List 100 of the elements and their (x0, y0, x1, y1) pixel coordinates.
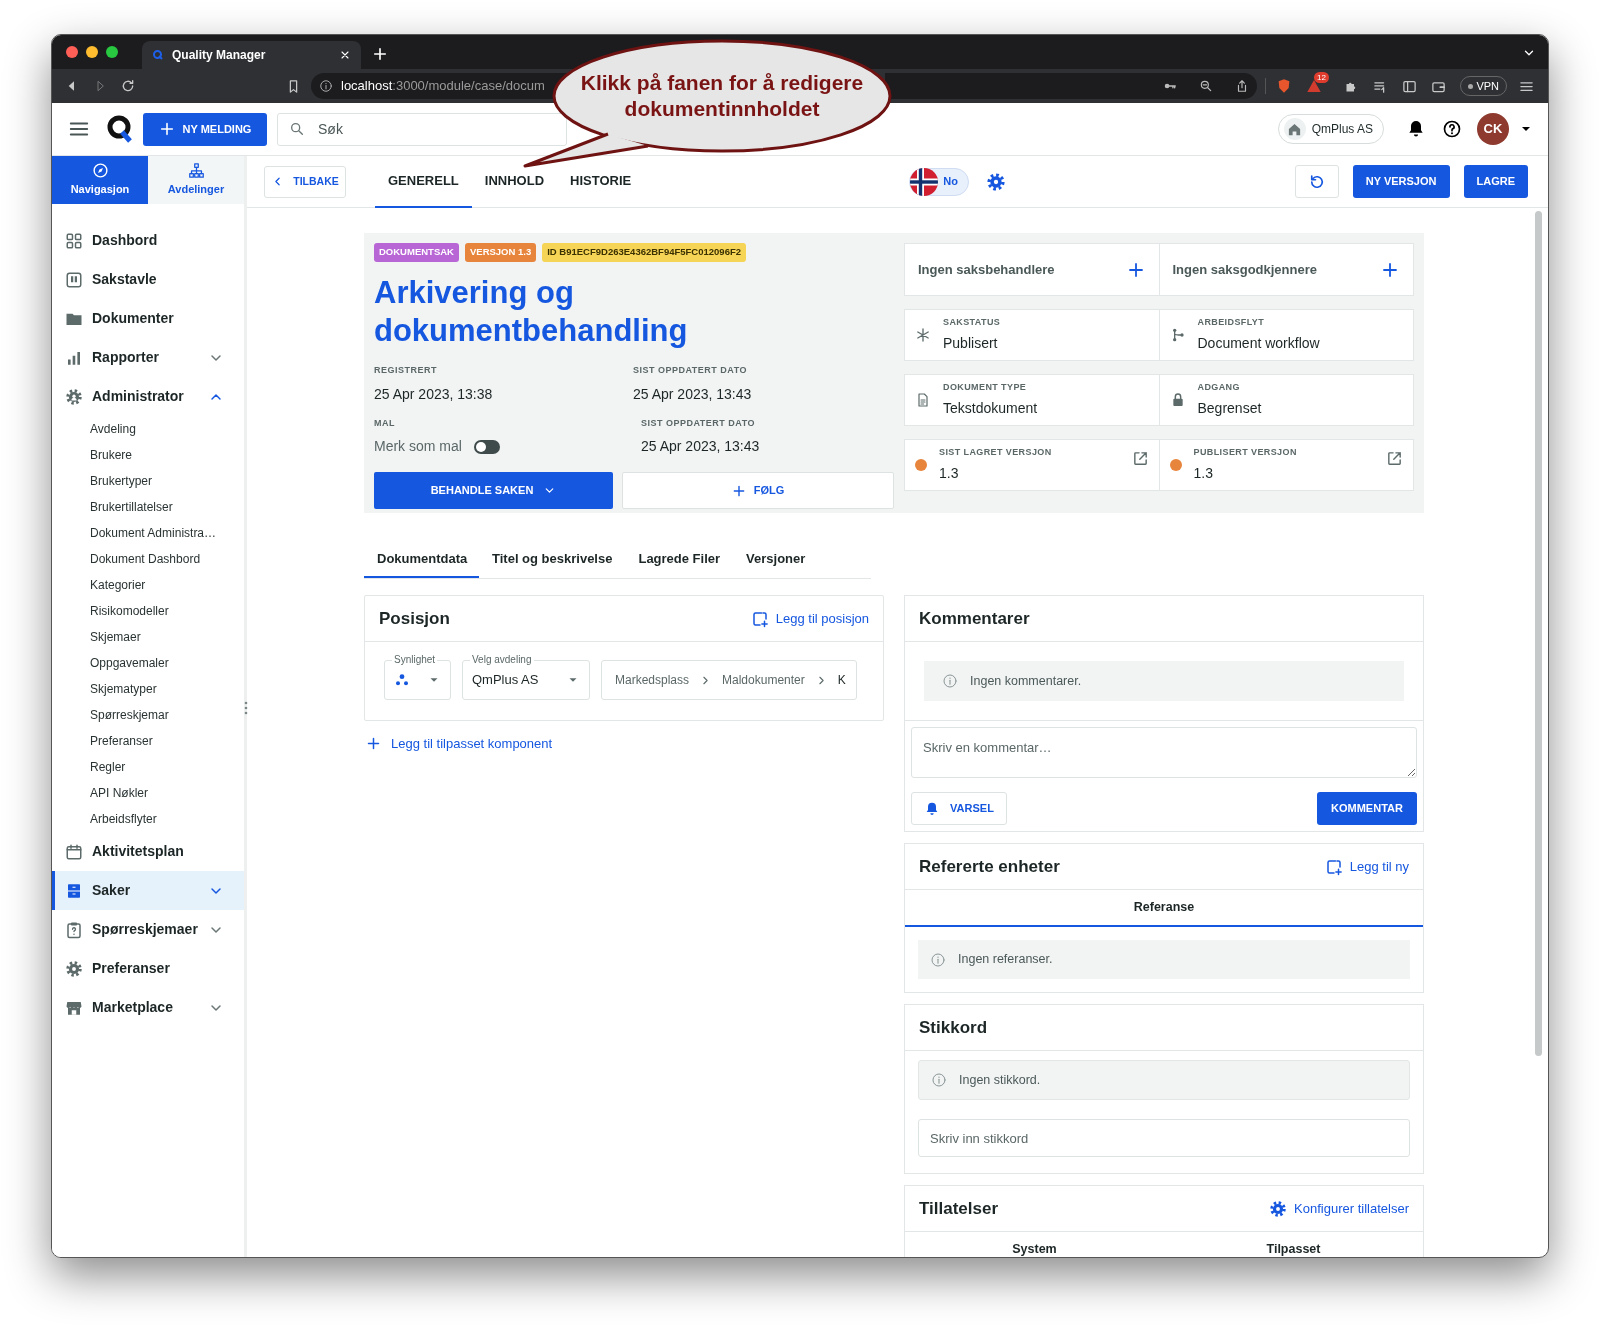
sidebar-item[interactable]: Rapporter (52, 338, 244, 377)
sidebar-item[interactable]: Preferanser (52, 949, 244, 988)
sidebar-subitem[interactable]: API Nøkler (52, 780, 244, 806)
warning-icon[interactable] (1306, 78, 1322, 94)
add-component-link[interactable]: Legg til tilpasset komponent (366, 734, 553, 754)
case-title: Arkivering og dokumentbehandling (374, 274, 689, 350)
tab[interactable]: GENERELL (375, 155, 472, 208)
settings-icon (1269, 1199, 1288, 1218)
maximize-window-button[interactable] (106, 46, 118, 58)
close-window-button[interactable] (66, 46, 78, 58)
assignee-text: Ingen saksbehandlere (918, 260, 1056, 279)
toggle-label: Merk som mal (374, 437, 462, 456)
sidebar-item[interactable]: Sakstavle (52, 260, 244, 299)
language-selector[interactable]: No (909, 167, 969, 196)
sidebar-item[interactable]: Administrator (52, 377, 244, 416)
add-new-link[interactable]: Legg til ny (1324, 856, 1409, 877)
tab[interactable]: Referanse (905, 890, 1423, 927)
settings-icon[interactable] (985, 171, 1006, 192)
home-icon (1287, 121, 1303, 137)
company-selector[interactable]: QmPlus AS (1277, 114, 1384, 144)
save-button[interactable]: LAGRE (1463, 165, 1528, 198)
external-link-icon[interactable] (1386, 450, 1403, 467)
sidebar-subitem[interactable]: Avdeling (52, 416, 244, 442)
tag: VERSJON 1.3 (464, 243, 537, 262)
browser-tab[interactable]: Quality Manager (142, 41, 361, 69)
calendar-icon (65, 842, 83, 861)
field-value: 25 Apr 2023, 13:43 (641, 437, 761, 456)
sidebar-item[interactable]: Aktivitetsplan (52, 832, 244, 871)
gear-icon (65, 387, 83, 406)
scrollbar-thumb[interactable] (1535, 211, 1542, 1056)
sidebar-icon[interactable] (1402, 78, 1418, 94)
breadcrumb-item[interactable]: K (837, 671, 846, 689)
tab[interactable]: Titel og beskrivelse (479, 542, 626, 578)
share-icon[interactable] (1235, 79, 1249, 93)
keyword-field[interactable]: Skriv inn stikkord (918, 1119, 1410, 1157)
refresh-button[interactable] (1294, 165, 1339, 198)
tab[interactable]: HISTORIE (557, 155, 645, 208)
external-link-icon[interactable] (1131, 450, 1149, 467)
sidebar-item[interactable]: Saker (52, 871, 244, 910)
shield-icon[interactable] (1276, 78, 1292, 94)
new-version-button[interactable]: NY VERSJON (1352, 165, 1450, 198)
configure-permissions-link[interactable]: Konfigurer tillatelser (1269, 1198, 1409, 1219)
toggle-switch[interactable] (473, 439, 500, 454)
sidebar-subitem[interactable]: Preferanser (52, 728, 244, 754)
sidebar-subitem[interactable]: Brukertyper (52, 468, 244, 494)
sidebar-subitem[interactable]: Brukere (52, 442, 244, 468)
breadcrumb-item[interactable]: Maldokumenter (722, 671, 805, 689)
zoom-icon[interactable] (1199, 79, 1213, 93)
search-icon (289, 120, 305, 137)
sidebar-subitem[interactable]: Skjemaer (52, 624, 244, 650)
sidebar-subitem[interactable]: Regler (52, 754, 244, 780)
sidebar-item[interactable]: Spørreskjemaer (52, 910, 244, 949)
sidebar-subitem[interactable]: Skjematyper (52, 676, 244, 702)
sidebar-subitem[interactable]: Arbeidsflyter (52, 806, 244, 832)
new-tab-icon[interactable] (371, 45, 389, 63)
app-logo[interactable] (107, 115, 133, 143)
tab[interactable]: Dokumentdata (364, 542, 479, 578)
sidebar-subitem[interactable]: Risikomodeller (52, 598, 244, 624)
sidebar-mode-tab[interactable]: Navigasjon (52, 156, 148, 204)
plus-icon (731, 483, 746, 498)
comment-button[interactable]: KOMMENTAR (1317, 792, 1417, 825)
document-icon (915, 392, 931, 408)
new-message-button[interactable]: NY MELDING (143, 112, 267, 146)
sidebar-subitem[interactable]: Oppgavemaler (52, 650, 244, 676)
add-icon[interactable] (1381, 260, 1399, 279)
sidebar-subitem[interactable]: Kategorier (52, 572, 244, 598)
field-label: SIST OPPDATERT DATO (633, 364, 748, 377)
sidebar-subitem[interactable]: Spørreskjemar (52, 702, 244, 728)
field-label: SIST LAGRET VERSJON (939, 445, 1053, 459)
add-icon[interactable] (1126, 260, 1145, 279)
site-info-icon (319, 79, 333, 93)
tab[interactable]: Versjoner (733, 542, 819, 578)
sidebar-subitem[interactable]: Dokument Dashbord (52, 546, 244, 572)
close-tab-icon[interactable] (339, 49, 351, 61)
field-label: ADGANG (1197, 380, 1241, 394)
field-label: SIST OPPDATERT DATO (641, 416, 756, 430)
sidebar-subitem[interactable]: Brukertillatelser (52, 494, 244, 520)
favicon-icon (152, 49, 164, 61)
tab[interactable]: Lagrede Filer (625, 542, 734, 578)
minimize-window-button[interactable] (86, 46, 98, 58)
process-case-button[interactable]: BEHANDLE SAKEN (374, 472, 613, 509)
user-avatar[interactable]: CK (1477, 113, 1509, 145)
tab[interactable]: INNHOLD (471, 155, 557, 208)
breadcrumb-item[interactable]: Markedsplass (615, 671, 690, 689)
resize-handle-icon[interactable] (243, 701, 249, 715)
sidebar-item[interactable]: Marketplace (52, 988, 244, 1027)
notify-button[interactable]: VARSEL (911, 792, 1007, 825)
follow-button[interactable]: FØLG (622, 472, 894, 509)
assignee-text: Ingen saksgodkjennere (1172, 260, 1318, 279)
sidebar-item[interactable]: Dokumenter (52, 299, 244, 338)
sidebar-item[interactable]: Dashbord (52, 221, 244, 260)
comment-field[interactable]: Skriv en kommentar… (911, 727, 1417, 778)
sidebar-subitem[interactable]: Dokument Administra… (52, 520, 244, 546)
search-field[interactable]: Søk (277, 112, 567, 146)
help-icon[interactable] (1442, 119, 1462, 139)
sidebar-mode-tab[interactable]: Avdelinger (148, 156, 244, 204)
card-title: Refererte enheter (919, 855, 1061, 878)
reload-icon[interactable] (120, 78, 136, 94)
add-position-link[interactable]: Legg til posisjon (750, 608, 869, 629)
back-button[interactable]: TILBAKE (264, 165, 346, 198)
